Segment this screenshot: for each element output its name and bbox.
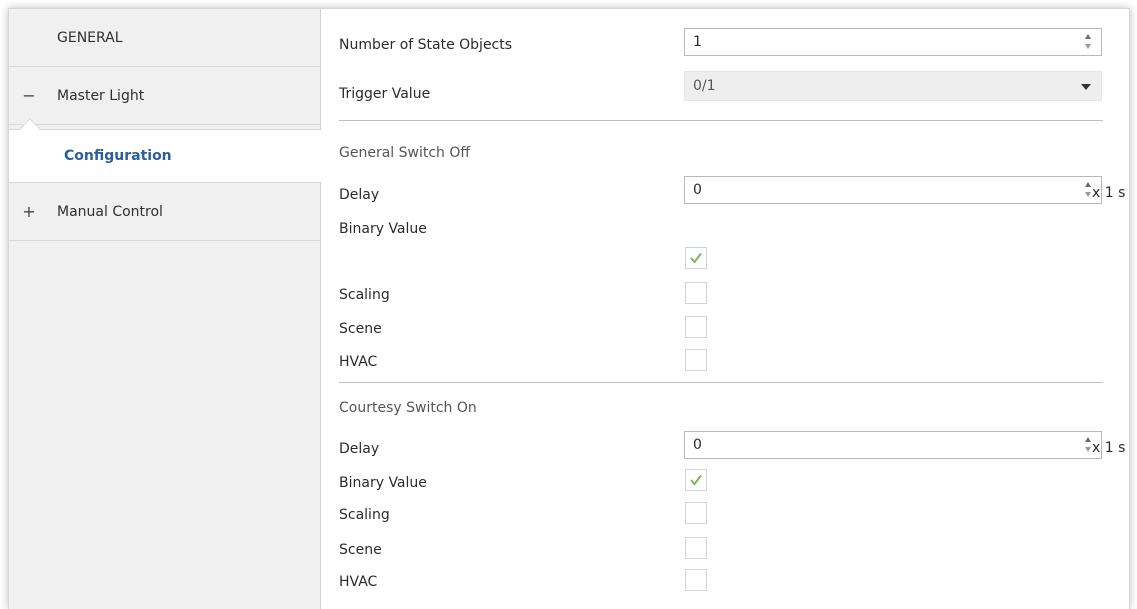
delay-label: Delay	[339, 441, 380, 457]
sidebar-item-label: Manual Control	[57, 203, 163, 220]
check-icon	[690, 252, 702, 264]
scene-checkbox[interactable]	[685, 537, 707, 559]
general-delay-stepper[interactable]: 0	[684, 176, 1102, 204]
scaling-checkbox[interactable]	[685, 502, 707, 524]
app-window: GENERAL − Master Light Configuration + M…	[8, 8, 1130, 609]
binary-value-checkbox[interactable]	[685, 247, 707, 269]
binary-value-checkbox[interactable]	[685, 469, 707, 491]
num-state-objects-stepper[interactable]: 1	[684, 28, 1102, 56]
scaling-label: Scaling	[339, 507, 390, 523]
sidebar: GENERAL − Master Light Configuration + M…	[9, 9, 322, 609]
select-value: 0/1	[693, 78, 716, 94]
stepper-value: 1	[693, 34, 702, 50]
delay-unit: x 1 s	[1092, 440, 1126, 456]
section-title-general-switch-off: General Switch Off	[339, 145, 471, 161]
sidebar-item-manual-control[interactable]: + Manual Control	[9, 183, 321, 241]
stepper-value: 0	[693, 182, 702, 198]
hvac-checkbox[interactable]	[685, 349, 707, 371]
hvac-checkbox[interactable]	[685, 569, 707, 591]
sidebar-item-label: Configuration	[64, 148, 172, 164]
expand-icon[interactable]: +	[22, 202, 36, 221]
stepper-arrows-icon[interactable]	[1085, 33, 1093, 51]
binary-value-label: Binary Value	[339, 221, 427, 237]
courtesy-delay-stepper[interactable]: 0	[684, 431, 1102, 459]
check-icon	[690, 474, 702, 486]
scaling-checkbox[interactable]	[685, 282, 707, 304]
sidebar-item-label: Master Light	[57, 87, 145, 104]
collapse-icon[interactable]: −	[22, 86, 36, 105]
scaling-label: Scaling	[339, 287, 390, 303]
num-state-objects-label: Number of State Objects	[339, 37, 513, 53]
trigger-value-label: Trigger Value	[339, 86, 431, 102]
chevron-down-icon	[1081, 84, 1091, 90]
scene-label: Scene	[339, 542, 382, 558]
hvac-label: HVAC	[339, 354, 378, 370]
scene-label: Scene	[339, 321, 382, 337]
config-panel: Number of State Objects 1 Trigger Value …	[322, 9, 1129, 609]
scene-checkbox[interactable]	[685, 316, 707, 338]
sidebar-item-master-light[interactable]: − Master Light	[9, 67, 321, 125]
section-title-courtesy-switch-on: Courtesy Switch On	[339, 400, 477, 416]
sidebar-item-general[interactable]: GENERAL	[9, 9, 321, 67]
sidebar-item-configuration[interactable]: Configuration	[9, 129, 322, 183]
divider	[339, 382, 1103, 383]
divider	[339, 120, 1103, 121]
hvac-label: HVAC	[339, 574, 378, 590]
delay-label: Delay	[339, 187, 380, 203]
trigger-value-select[interactable]: 0/1	[684, 71, 1102, 101]
binary-value-label: Binary Value	[339, 475, 427, 491]
stepper-value: 0	[693, 437, 702, 453]
sidebar-item-label: GENERAL	[57, 29, 123, 46]
delay-unit: x 1 s	[1092, 185, 1126, 201]
